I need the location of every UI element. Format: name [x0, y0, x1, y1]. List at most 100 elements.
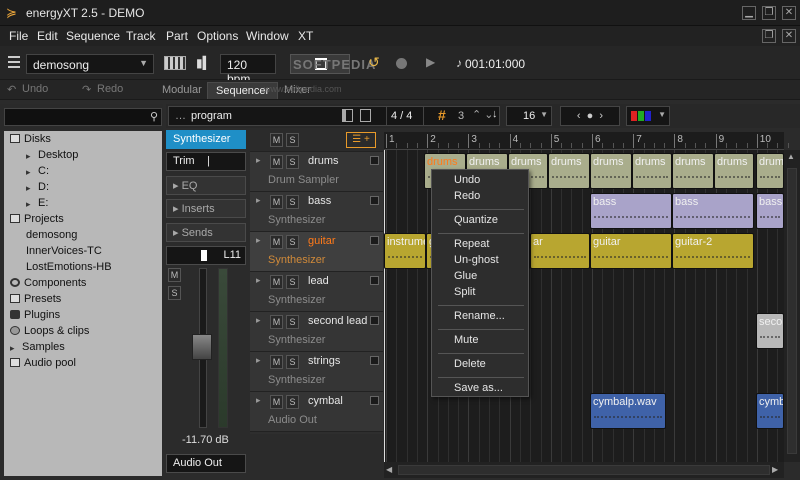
close-button[interactable]: ✕ [782, 6, 796, 20]
browser-item-7[interactable]: InnerVoices-TC [26, 245, 102, 261]
timeline-ruler[interactable]: 1 2 3 4 5 6 7 8 9 10 [384, 132, 789, 150]
redo-button[interactable]: Redo [97, 83, 123, 95]
output-select[interactable]: Audio Out [166, 454, 246, 473]
sequencer-part[interactable]: drums [756, 153, 784, 189]
sequencer-part[interactable]: drums [672, 153, 714, 189]
browser-item-4[interactable]: ▸ E: [26, 197, 48, 213]
global-mute-button[interactable]: M [270, 133, 283, 147]
menu-options[interactable]: Options [197, 29, 238, 43]
panel-split-icon[interactable] [360, 109, 371, 122]
context-item-delete[interactable]: Delete [454, 358, 486, 370]
context-item-split[interactable]: Split [454, 286, 475, 298]
vertical-scrollbar[interactable]: ▲ [784, 150, 800, 462]
track-row[interactable]: ▸ M Sstrings Synthesizer [250, 352, 383, 392]
track-record-toggle[interactable] [370, 356, 379, 365]
inserts-button[interactable]: ▸ Inserts [166, 199, 246, 218]
maximize-button[interactable]: ❐ [762, 6, 776, 20]
color-select[interactable]: ▼ [626, 106, 670, 126]
instrument-label[interactable]: Synthesizer [166, 130, 246, 149]
track-row[interactable]: ▸ M Scymbal Audio Out [250, 392, 383, 432]
grid-icon[interactable]: # [438, 107, 446, 123]
loop-icon[interactable]: ↺ [362, 54, 386, 74]
arrow-down-icon[interactable]: ↓ [492, 108, 498, 120]
program-select[interactable]: … program [168, 106, 500, 126]
browser-item-14[interactable]: Audio pool [10, 357, 76, 373]
browser-item-2[interactable]: ▸ C: [26, 165, 49, 181]
sequencer-part[interactable]: drums [632, 153, 672, 189]
browser-item-10[interactable]: Presets [10, 293, 61, 309]
sequencer-part[interactable]: guitar-2 [672, 233, 754, 269]
metronome-icon[interactable]: ▮▍ [196, 56, 212, 70]
sequencer-part[interactable]: bass [756, 193, 784, 229]
arrow-right-icon[interactable]: ▸ [256, 355, 261, 366]
vertical-scroll-thumb[interactable] [787, 168, 797, 454]
mdi-close-button[interactable]: ✕ [782, 29, 796, 43]
volume-fader[interactable] [192, 334, 212, 360]
track-mute-button[interactable]: M [270, 315, 283, 329]
eq-button[interactable]: ▸ EQ [166, 176, 246, 195]
track-solo-button[interactable]: S [286, 155, 299, 169]
scroll-right-icon[interactable]: ▶ [772, 465, 778, 474]
panel-left-icon[interactable] [342, 109, 353, 122]
horizontal-scrollbar[interactable]: ◀ ▶ [384, 462, 784, 478]
track-solo-button[interactable]: S [286, 195, 299, 209]
track-record-toggle[interactable] [370, 236, 379, 245]
arrow-right-icon[interactable]: ▸ [256, 235, 261, 246]
track-row[interactable]: ▸ M Ssecond lead Synthesizer [250, 312, 383, 352]
browser-item-8[interactable]: LostEmotions-HB [26, 261, 112, 277]
song-select[interactable]: demosong ▼ [26, 54, 154, 74]
browser-item-6[interactable]: demosong [26, 229, 77, 245]
add-track-button[interactable]: ☰ + [346, 132, 376, 148]
tab-modular[interactable]: Modular [154, 82, 210, 99]
browser-item-13[interactable]: ▸ Samples [10, 341, 65, 357]
pan-control[interactable]: L11 [166, 246, 246, 265]
browser-item-1[interactable]: ▸ Desktop [26, 149, 78, 165]
keyboard-icon[interactable] [164, 56, 186, 70]
track-mute-button[interactable]: M [270, 355, 283, 369]
context-item-mute[interactable]: Mute [454, 334, 478, 346]
sequencer-part[interactable]: seco [756, 313, 784, 349]
track-mute-button[interactable]: M [270, 395, 283, 409]
browser-item-0[interactable]: Disks [10, 133, 51, 149]
context-item-rename[interactable]: Rename... [454, 310, 505, 322]
context-item-glue[interactable]: Glue [454, 270, 477, 282]
arrow-right-icon[interactable]: ▸ [256, 155, 261, 166]
strip-mute-button[interactable]: M [168, 268, 181, 282]
browser-item-11[interactable]: Plugins [10, 309, 60, 325]
track-mute-button[interactable]: M [270, 155, 283, 169]
arrow-right-icon[interactable]: ▸ [256, 395, 261, 406]
minimize-button[interactable]: ▁ [742, 6, 756, 20]
arrow-right-icon[interactable]: ▸ [256, 195, 261, 206]
track-solo-button[interactable]: S [286, 395, 299, 409]
mdi-maximize-button[interactable]: ❐ [762, 29, 776, 43]
sequencer-part[interactable]: guitar [590, 233, 672, 269]
scroll-up-icon[interactable]: ▲ [787, 152, 797, 164]
track-record-toggle[interactable] [370, 156, 379, 165]
sequencer-part[interactable]: ar [530, 233, 590, 269]
track-record-toggle[interactable] [370, 196, 379, 205]
undo-button[interactable]: Undo [22, 83, 48, 95]
track-row[interactable]: ▸ M Slead Synthesizer [250, 272, 383, 312]
track-mute-button[interactable]: M [270, 235, 283, 249]
sequencer-part[interactable]: bass [672, 193, 754, 229]
trim-field[interactable]: Trim | [166, 152, 246, 171]
scroll-left-icon[interactable]: ◀ [386, 465, 392, 474]
sequencer-part[interactable]: bass [590, 193, 672, 229]
context-item-un-ghost[interactable]: Un-ghost [454, 254, 499, 266]
arrow-right-icon[interactable]: ▸ [256, 315, 261, 326]
sequencer-part[interactable]: instrume [384, 233, 426, 269]
track-solo-button[interactable]: S [286, 355, 299, 369]
sequencer-part[interactable]: drums [714, 153, 754, 189]
record-icon[interactable] [396, 58, 407, 69]
track-record-toggle[interactable] [370, 316, 379, 325]
menu-sequence[interactable]: Sequence [66, 29, 120, 43]
track-record-toggle[interactable] [370, 276, 379, 285]
sequencer-part[interactable]: drums [590, 153, 632, 189]
track-solo-button[interactable]: S [286, 275, 299, 289]
sends-button[interactable]: ▸ Sends [166, 223, 246, 242]
track-solo-button[interactable]: S [286, 315, 299, 329]
up-down-arrows-icon[interactable]: ⌃ ⌄ [472, 108, 494, 121]
context-item-repeat[interactable]: Repeat [454, 238, 489, 250]
arrow-right-icon[interactable]: ▸ [256, 275, 261, 286]
track-mute-button[interactable]: M [270, 275, 283, 289]
